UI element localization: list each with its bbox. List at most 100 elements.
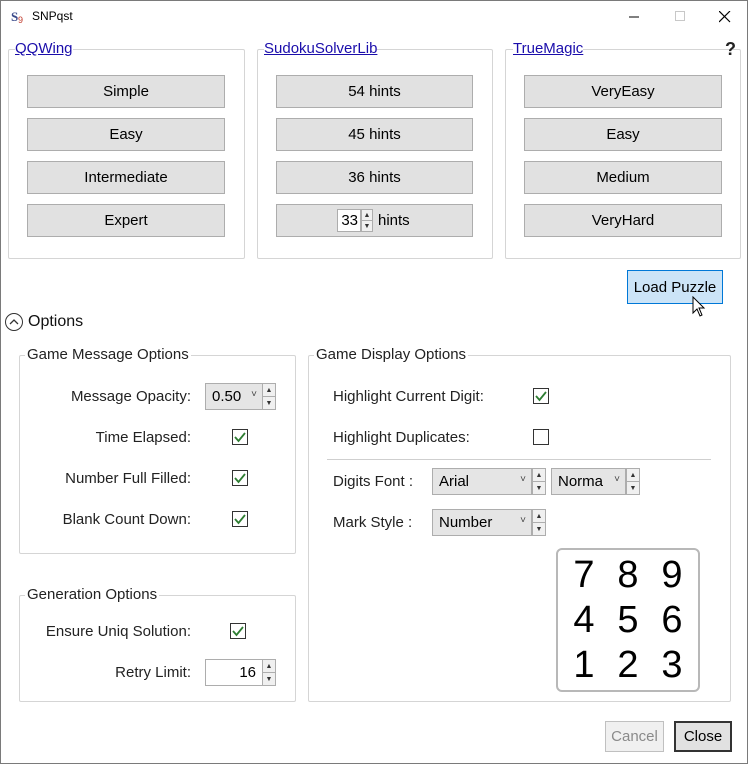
app-window: S 9 SNPqst QQWing Simple Easy Intermedia… (0, 0, 748, 764)
preview-digit: 6 (661, 598, 683, 641)
time-elapsed-checkbox[interactable] (232, 429, 248, 445)
highlight-current-digit-checkbox[interactable] (533, 388, 549, 404)
spin-up-icon[interactable]: ▲ (533, 469, 545, 481)
chevron-down-icon: ˅ (520, 474, 526, 485)
checkmark-icon (535, 391, 547, 402)
chevron-down-icon: ˅ (520, 515, 526, 526)
truemagic-easy-button[interactable]: Easy (524, 118, 722, 151)
qqwing-easy-button[interactable]: Easy (27, 118, 225, 151)
chevron-down-icon: ˅ (614, 474, 620, 485)
qqwing-intermediate-button[interactable]: Intermediate (27, 161, 225, 194)
spin-down-icon[interactable]: ▼ (533, 522, 545, 535)
font-weight-value: Norma (558, 473, 604, 490)
checkmark-icon (234, 432, 246, 443)
preview-digit: 8 (617, 553, 639, 596)
preview-digit: 1 (573, 644, 595, 687)
highlight-duplicates-checkbox[interactable] (533, 429, 549, 445)
spin-up-icon[interactable]: ▲ (362, 210, 372, 220)
truemagic-link[interactable]: TrueMagic (513, 40, 584, 57)
spin-up-icon[interactable]: ▲ (533, 510, 545, 522)
preview-digit: 5 (617, 598, 639, 641)
preview-digit: 2 (617, 644, 639, 687)
blank-count-down-checkbox[interactable] (232, 511, 248, 527)
custom-hints-input[interactable]: 33 (337, 209, 361, 232)
close-window-button[interactable] (702, 1, 748, 32)
truemagic-veryhard-button[interactable]: VeryHard (524, 204, 722, 237)
retry-limit-spinner[interactable]: ▲ ▼ (262, 659, 276, 686)
qqwing-expert-button[interactable]: Expert (27, 204, 225, 237)
message-opacity-dropdown[interactable]: 0.50 ˅ (205, 383, 263, 410)
game-display-options-title: Game Display Options (314, 346, 469, 363)
custom-hints-spinner[interactable]: ▲ ▼ (361, 209, 373, 232)
minimize-button[interactable] (611, 1, 657, 32)
font-family-value: Arial (439, 473, 470, 490)
custom-hints-suffix: hints (378, 212, 410, 229)
sudokusolverlib-link[interactable]: SudokuSolverLib (264, 40, 378, 57)
message-opacity-value: 0.50 (212, 388, 242, 405)
title-bar: S 9 SNPqst (1, 1, 747, 32)
spin-up-icon[interactable]: ▲ (627, 469, 639, 481)
separator (327, 459, 711, 460)
options-expander[interactable]: Options (4, 312, 83, 332)
spin-down-icon[interactable]: ▼ (263, 672, 275, 685)
load-puzzle-button[interactable]: Load Puzzle (627, 270, 723, 304)
generation-options-title: Generation Options (25, 586, 160, 603)
options-label: Options (28, 313, 84, 330)
minimize-icon (628, 16, 639, 18)
hints-custom-button[interactable]: 33 ▲ ▼ hints (276, 204, 473, 237)
font-family-dropdown[interactable]: Arial ˅ (432, 468, 532, 495)
mark-style-spinner[interactable]: ▲ ▼ (532, 509, 546, 536)
checkmark-icon (234, 473, 246, 484)
spin-down-icon[interactable]: ▼ (263, 396, 275, 409)
spin-down-icon[interactable]: ▼ (627, 481, 639, 494)
spin-down-icon[interactable]: ▼ (533, 481, 545, 494)
ensure-uniq-solution-label: Ensure Uniq Solution: (45, 623, 191, 640)
mouse-cursor-icon (692, 296, 706, 317)
qqwing-link[interactable]: QQWing (15, 40, 73, 57)
font-weight-dropdown[interactable]: Norma ˅ (551, 468, 626, 495)
maximize-button[interactable] (657, 1, 703, 32)
digits-font-label: Digits Font : (333, 473, 414, 490)
spin-up-icon[interactable]: ▲ (263, 660, 275, 672)
chevron-up-circle-icon (5, 313, 23, 331)
time-elapsed-label: Time Elapsed: (95, 429, 191, 446)
preview-digit: 9 (661, 553, 683, 596)
message-opacity-spinner[interactable]: ▲ ▼ (262, 383, 276, 410)
mark-style-dropdown[interactable]: Number ˅ (432, 509, 532, 536)
qqwing-simple-button[interactable]: Simple (27, 75, 225, 108)
font-weight-spinner[interactable]: ▲ ▼ (626, 468, 640, 495)
window-title: SNPqst (32, 9, 73, 23)
preview-digit: 3 (661, 644, 683, 687)
truemagic-veryeasy-button[interactable]: VeryEasy (524, 75, 722, 108)
chevron-down-icon: ˅ (251, 389, 257, 400)
close-icon (719, 10, 731, 22)
preview-digit: 7 (573, 553, 595, 596)
retry-limit-label: Retry Limit: (115, 664, 191, 681)
hints-36-button[interactable]: 36 hints (276, 161, 473, 194)
sudoku-app-icon: S 9 (11, 9, 23, 24)
mark-style-value: Number (439, 514, 493, 531)
close-button[interactable]: Close (674, 721, 732, 752)
ensure-uniq-solution-checkbox[interactable] (230, 623, 246, 639)
hints-45-button[interactable]: 45 hints (276, 118, 473, 151)
maximize-icon (674, 11, 685, 21)
truemagic-medium-button[interactable]: Medium (524, 161, 722, 194)
preview-digit: 4 (573, 598, 595, 641)
cancel-button[interactable]: Cancel (605, 721, 664, 752)
svg-text:9: 9 (18, 15, 23, 24)
font-family-spinner[interactable]: ▲ ▼ (532, 468, 546, 495)
highlight-current-digit-label: Highlight Current Digit: (333, 388, 484, 405)
spin-down-icon[interactable]: ▼ (362, 220, 372, 231)
mark-style-label: Mark Style : (333, 514, 413, 531)
number-full-filled-label: Number Full Filled: (65, 470, 191, 487)
blank-count-down-label: Blank Count Down: (62, 511, 191, 528)
checkmark-icon (232, 626, 244, 637)
number-full-filled-checkbox[interactable] (232, 470, 248, 486)
help-button[interactable]: ? (725, 39, 736, 60)
digit-preview-grid: 7 8 9 4 5 6 1 2 3 (556, 548, 700, 692)
message-opacity-label: Message Opacity: (70, 388, 191, 405)
retry-limit-input[interactable]: 16 (205, 659, 263, 686)
spin-up-icon[interactable]: ▲ (263, 384, 275, 396)
checkmark-icon (234, 514, 246, 525)
hints-54-button[interactable]: 54 hints (276, 75, 473, 108)
